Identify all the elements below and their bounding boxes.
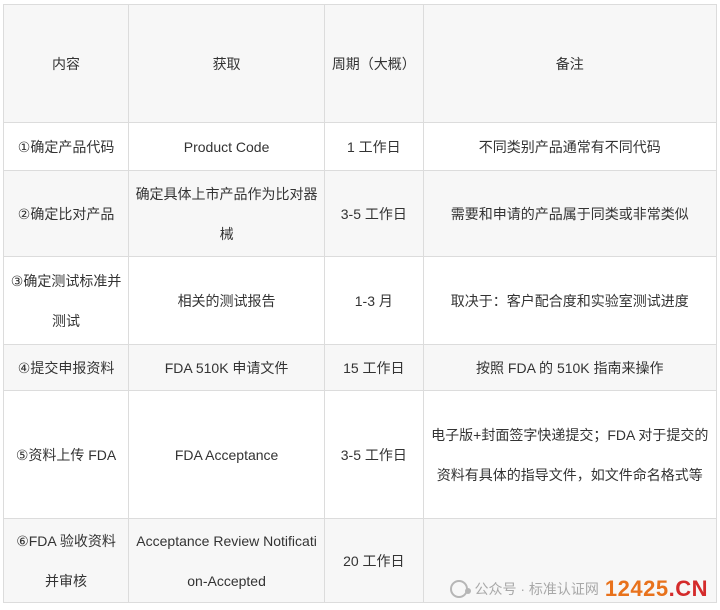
header-content: 内容 (2, 4, 130, 123)
cell-obtain: Acceptance Review Notification-Accepted (128, 518, 326, 603)
cell-period: 20 工作日 (324, 518, 424, 603)
cell-note: 不同类别产品通常有不同代码 (422, 122, 718, 171)
cell-note: 需要和申请的产品属于同类或非常类似 (422, 170, 718, 257)
cell-content: ④提交申报资料 (2, 344, 130, 391)
watermark: 公众号 · 标准认证网 12425.CN (450, 576, 708, 602)
cell-period: 1-3 月 (324, 256, 424, 345)
cell-content: ⑥FDA 验收资料并审核 (2, 518, 130, 603)
cell-content: ③确定测试标准并测试 (2, 256, 130, 345)
cell-obtain: 相关的测试报告 (128, 256, 326, 345)
table-row: ⑤资料上传 FDA FDA Acceptance 3-5 工作日 电子版+封面签… (2, 390, 718, 519)
cell-content: ①确定产品代码 (2, 122, 130, 171)
cell-note: 电子版+封面签字快递提交；FDA 对于提交的资料有具体的指导文件，如文件命名格式… (422, 390, 718, 519)
badge-digits: 12425 (604, 576, 669, 601)
watermark-label: 公众号 · 标准认证网 (474, 581, 599, 597)
cell-period: 3-5 工作日 (324, 390, 424, 519)
cell-note: 取决于：客户配合度和实验室测试进度 (422, 256, 718, 345)
table-row: ③确定测试标准并测试 相关的测试报告 1-3 月 取决于：客户配合度和实验室测试… (2, 256, 718, 345)
cell-note: 按照 FDA 的 510K 指南来操作 (422, 344, 718, 391)
cell-content: ②确定比对产品 (2, 170, 130, 257)
cell-period: 1 工作日 (324, 122, 424, 171)
wechat-icon (450, 580, 472, 598)
table-row: ②确定比对产品 确定具体上市产品作为比对器械 3-5 工作日 需要和申请的产品属… (2, 170, 718, 257)
table-row: ④提交申报资料 FDA 510K 申请文件 15 工作日 按照 FDA 的 51… (2, 344, 718, 391)
cell-obtain: FDA 510K 申请文件 (128, 344, 326, 391)
header-obtain: 获取 (128, 4, 326, 123)
cell-content: ⑤资料上传 FDA (2, 390, 130, 519)
table-header-row: 内容 获取 周期（大概） 备注 (2, 4, 718, 123)
site-badge: 12425.CN (605, 576, 708, 602)
cell-period: 3-5 工作日 (324, 170, 424, 257)
header-period: 周期（大概） (324, 4, 424, 123)
fda-510k-process-table: 内容 获取 周期（大概） 备注 ①确定产品代码 Product Code 1 工… (2, 4, 718, 603)
table-row: ①确定产品代码 Product Code 1 工作日 不同类别产品通常有不同代码 (2, 122, 718, 171)
badge-suffix: .CN (668, 576, 708, 601)
cell-obtain: 确定具体上市产品作为比对器械 (128, 170, 326, 257)
cell-obtain: FDA Acceptance (128, 390, 326, 519)
header-note: 备注 (422, 4, 718, 123)
cell-period: 15 工作日 (324, 344, 424, 391)
cell-obtain: Product Code (128, 122, 326, 171)
